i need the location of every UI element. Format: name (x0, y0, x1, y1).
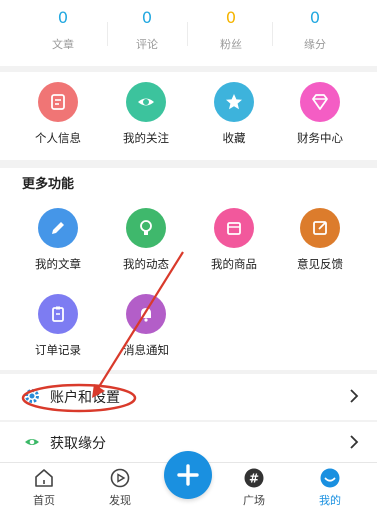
quick-item-label: 财务中心 (297, 131, 343, 145)
more-item-my-posts[interactable]: 我的动态 (106, 208, 186, 272)
clipboard-icon (38, 294, 78, 334)
stat-articles[interactable]: 0 文章 (18, 8, 108, 52)
quick-item-following[interactable]: 我的关注 (106, 82, 186, 146)
more-item-feedback[interactable]: 意见反馈 (280, 208, 360, 272)
chevron-right-icon (350, 435, 359, 449)
add-post-button[interactable] (164, 451, 212, 499)
eye-icon (25, 439, 39, 445)
stat-fans[interactable]: 0 粉丝 (186, 8, 276, 52)
quick-item-label: 我的关注 (123, 131, 169, 145)
lightbulb-icon (126, 208, 166, 248)
play-circle-icon (110, 468, 130, 488)
more-item-label: 订单记录 (35, 343, 81, 357)
stat-label: 缘分 (304, 38, 326, 51)
stat-value: 0 (57, 8, 69, 27)
stat-comments[interactable]: 0 评论 (102, 8, 192, 52)
gear-icon (25, 389, 39, 403)
stat-value: 0 (309, 8, 321, 27)
quick-item-label: 收藏 (222, 131, 246, 145)
stat-value: 0 (225, 8, 237, 27)
quick-item-favorites[interactable]: 收藏 (194, 82, 274, 146)
plus-icon (177, 464, 199, 486)
smile-icon (320, 468, 340, 488)
tab-label: 首页 (33, 494, 55, 507)
bell-icon (126, 294, 166, 334)
row-label: 账户和设置 (50, 390, 120, 406)
pencil-icon (38, 208, 78, 248)
tab-discover[interactable]: 发现 (90, 467, 150, 508)
home-icon (35, 469, 53, 487)
quick-item-finance[interactable]: 财务中心 (280, 82, 360, 146)
tab-label: 发现 (109, 494, 131, 507)
tab-label: 我的 (319, 494, 341, 507)
tab-mine[interactable]: 我的 (300, 467, 360, 508)
stat-label: 评论 (136, 38, 158, 51)
more-item-my-products[interactable]: 我的商品 (194, 208, 274, 272)
tab-label: 广场 (243, 494, 265, 507)
hashtag-icon: # (244, 468, 264, 488)
stat-value: 0 (141, 8, 153, 27)
more-item-label: 我的文章 (35, 257, 81, 271)
star-icon (214, 82, 254, 122)
eye-icon (126, 82, 166, 122)
row-label: 获取缘分 (50, 436, 106, 452)
tab-square[interactable]: # 广场 (224, 467, 284, 508)
chevron-right-icon (350, 389, 359, 403)
more-item-label: 我的动态 (123, 257, 169, 271)
quick-actions: 个人信息 我的关注 收藏 财务中心 (0, 72, 377, 160)
shop-icon (214, 208, 254, 248)
stat-label: 文章 (52, 38, 74, 51)
edit-note-icon (300, 208, 340, 248)
svg-text:#: # (249, 472, 259, 486)
more-functions-section: 更多功能 我的文章 我的动态 我的商品 意见反馈 订单记录 消息通知 (0, 168, 377, 370)
stat-label: 粉丝 (220, 38, 242, 51)
stats-bar: 0 文章 0 评论 0 粉丝 0 缘分 (0, 0, 377, 66)
more-item-my-articles[interactable]: 我的文章 (18, 208, 98, 272)
more-item-label: 我的商品 (211, 257, 257, 271)
more-item-notifications[interactable]: 消息通知 (106, 294, 186, 358)
more-item-label: 消息通知 (123, 343, 169, 357)
quick-item-profile[interactable]: 个人信息 (18, 82, 98, 146)
tab-home[interactable]: 首页 (14, 467, 74, 508)
row-account-settings[interactable]: 账户和设置 (0, 374, 377, 420)
quick-item-label: 个人信息 (35, 131, 81, 145)
diamond-icon (300, 82, 340, 122)
profile-card-icon (38, 82, 78, 122)
section-title: 更多功能 (22, 177, 75, 192)
more-item-label: 意见反馈 (297, 257, 343, 271)
more-item-orders[interactable]: 订单记录 (18, 294, 98, 358)
stat-fate[interactable]: 0 缘分 (270, 8, 360, 52)
